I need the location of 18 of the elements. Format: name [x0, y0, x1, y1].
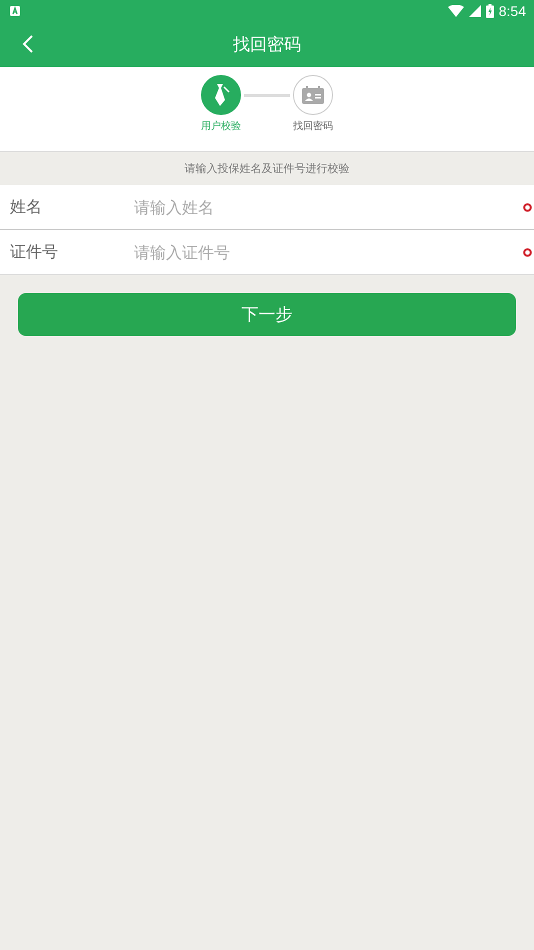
- tie-icon: [212, 83, 230, 107]
- signal-icon: [468, 5, 481, 17]
- step-label: 找回密码: [293, 120, 333, 133]
- wifi-icon: [448, 5, 464, 17]
- input-field[interactable]: 请输入证件号: [132, 242, 523, 262]
- id-card-icon: [302, 86, 324, 104]
- back-icon[interactable]: [22, 34, 34, 54]
- status-time: 8:54: [498, 3, 526, 19]
- step-label: 用户校验: [201, 120, 241, 133]
- step-connector: [244, 94, 290, 97]
- next-button[interactable]: 下一步: [18, 293, 516, 336]
- input-field[interactable]: 请输入姓名: [132, 196, 523, 218]
- field-label: 姓名: [10, 196, 43, 218]
- field-label: 证件号: [10, 242, 59, 262]
- notification-icon: [10, 6, 20, 16]
- page-title: 找回密码: [233, 34, 301, 56]
- battery-icon: [486, 4, 494, 18]
- hint-text: 请输入投保姓名及证件号进行校验: [184, 161, 350, 177]
